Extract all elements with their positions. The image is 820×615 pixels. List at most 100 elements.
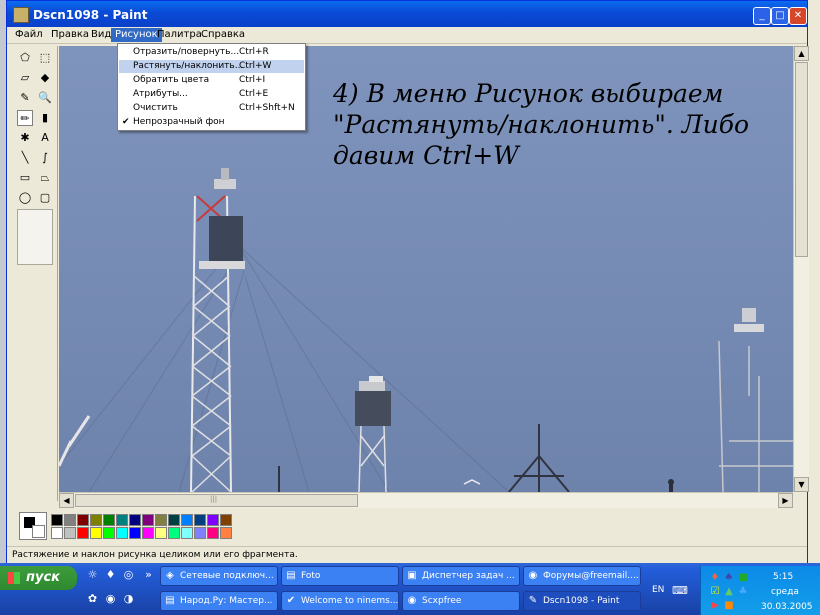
horizontal-scroll-thumb[interactable]: ||| (75, 494, 358, 507)
taskbar-button[interactable]: ▤ Народ.Ру: Мастер... (160, 591, 278, 611)
palette-swatch[interactable] (90, 527, 102, 539)
taskbar: пуск ☼ ♦ ◎ ✿ ◉ ◑ » ◈ Сетевые подключ... ▤ Foto ▣ Д… (0, 563, 820, 615)
palette-swatch[interactable] (129, 527, 141, 539)
tray-icon[interactable]: ▶ (709, 600, 721, 612)
palette-swatch[interactable] (220, 514, 232, 526)
quick-launch-icon[interactable]: ◎ (122, 568, 135, 581)
palette-swatch[interactable] (181, 527, 193, 539)
palette-swatch[interactable] (103, 514, 115, 526)
tray-icon[interactable]: ▲ (723, 586, 735, 598)
tray-icon[interactable]: ♣ (737, 586, 749, 598)
palette-swatch[interactable] (77, 514, 89, 526)
close-button[interactable]: ✕ (789, 7, 807, 25)
menu-item-3[interactable]: Атрибуты... Ctrl+E (119, 88, 304, 101)
menu-item-5[interactable]: ✔ Непрозрачный фон (119, 116, 304, 129)
background-color[interactable] (32, 525, 45, 538)
tool-brush-icon[interactable]: ▮ (37, 110, 53, 126)
tool-rectangle-icon[interactable]: ▭ (17, 170, 33, 186)
palette-swatch[interactable] (207, 527, 219, 539)
palette-swatch[interactable] (207, 514, 219, 526)
palette-swatch[interactable] (77, 527, 89, 539)
quick-launch-icon[interactable]: ◑ (122, 592, 135, 605)
palette-swatch[interactable] (51, 514, 63, 526)
tool-fill-icon[interactable]: ◆ (37, 70, 53, 86)
minimize-button[interactable]: _ (753, 7, 771, 25)
language-indicator[interactable]: EN (652, 585, 664, 595)
palette-swatch[interactable] (142, 527, 154, 539)
menu-file[interactable]: Файл (11, 28, 47, 42)
taskbar-button[interactable]: ◉ Форумы@freemail.... (523, 566, 641, 586)
palette-swatch[interactable] (116, 527, 128, 539)
palette-swatch[interactable] (181, 514, 193, 526)
palette-swatch[interactable] (194, 514, 206, 526)
current-colors[interactable] (19, 512, 47, 540)
maximize-button[interactable]: □ (771, 7, 789, 25)
palette-swatch[interactable] (194, 527, 206, 539)
tool-line-icon[interactable]: ╲ (17, 150, 33, 166)
tool-pencil-icon[interactable]: ✏ (17, 110, 33, 126)
menu-item-2[interactable]: Обратить цвета Ctrl+I (119, 74, 304, 87)
title-bar[interactable]: Dscn1098 - Paint _ □ ✕ (7, 1, 807, 29)
quick-launch-icon[interactable]: ◉ (104, 592, 117, 605)
menu-item-0[interactable]: Отразить/повернуть... Ctrl+R (119, 46, 304, 59)
tray-icon[interactable]: ♠ (723, 572, 735, 584)
scroll-left-button[interactable]: ◀ (59, 493, 74, 508)
palette-swatch[interactable] (90, 514, 102, 526)
vertical-scroll-thumb[interactable] (795, 62, 808, 257)
palette-swatch[interactable] (220, 527, 232, 539)
palette-swatch[interactable] (116, 514, 128, 526)
tool-rounded-rectangle-icon[interactable]: ▢ (37, 190, 53, 206)
scroll-up-button[interactable]: ▲ (794, 46, 809, 61)
tool-rect-select-icon[interactable]: ⬚ (37, 50, 53, 66)
palette-swatch[interactable] (155, 514, 167, 526)
tray-icon[interactable]: ■ (737, 572, 749, 584)
palette-swatch[interactable] (129, 514, 141, 526)
menu-item-4[interactable]: Очистить Ctrl+Shft+N (119, 102, 304, 115)
tray-icon[interactable]: ♦ (709, 572, 721, 584)
palette-swatch[interactable] (103, 527, 115, 539)
tool-magnifier-icon[interactable]: 🔍 (37, 90, 53, 106)
palette-swatch[interactable] (142, 514, 154, 526)
paint-app-icon[interactable] (13, 7, 29, 23)
palette-swatch[interactable] (64, 527, 76, 539)
tool-polygon-icon[interactable]: ⏢ (37, 170, 53, 186)
horizontal-scrollbar[interactable]: ◀ ||| ▶ (59, 492, 793, 508)
taskbar-button[interactable]: ◉ Scxpfree (402, 591, 520, 611)
keyboard-icon[interactable]: ⌨ (672, 584, 688, 597)
tool-color-picker-icon[interactable]: ✎ (17, 90, 33, 106)
palette-swatch[interactable] (64, 514, 76, 526)
tool-eraser-icon[interactable]: ▱ (17, 70, 33, 86)
tool-options-box[interactable] (17, 209, 53, 265)
quick-launch-more-icon[interactable]: » (142, 568, 155, 581)
menu-help[interactable]: Справка (197, 28, 249, 42)
tool-free-select-icon[interactable]: ⬠ (17, 50, 33, 66)
palette-swatch[interactable] (168, 527, 180, 539)
menu-item-1[interactable]: Растянуть/наклонить... Ctrl+W (119, 60, 304, 73)
quick-launch-icon[interactable]: ☼ (86, 568, 99, 581)
quick-launch-icon[interactable]: ♦ (104, 568, 117, 581)
scroll-down-button[interactable]: ▼ (794, 477, 809, 492)
taskbar-app-icon: ◈ (166, 570, 174, 581)
tool-airbrush-icon[interactable]: ✱ (17, 130, 33, 146)
palette-swatch[interactable] (51, 527, 63, 539)
start-button[interactable]: пуск (0, 566, 77, 590)
taskbar-app-icon: ▤ (286, 570, 296, 581)
taskbar-button[interactable]: ◈ Сетевые подключ... (160, 566, 278, 586)
taskbar-button[interactable]: ▣ Диспетчер задач ... (402, 566, 520, 586)
tool-text-icon[interactable]: A (37, 130, 53, 146)
tray-icon[interactable]: ☑ (709, 586, 721, 598)
vertical-scrollbar[interactable]: ▲ ▼ (793, 46, 809, 492)
tool-curve-icon[interactable]: ∫ (37, 150, 53, 166)
palette-swatch[interactable] (155, 527, 167, 539)
tray-icon[interactable]: ■ (723, 600, 735, 612)
scroll-right-button[interactable]: ▶ (778, 493, 793, 508)
clock-time[interactable]: 5:15 (773, 572, 793, 582)
palette-swatch[interactable] (168, 514, 180, 526)
taskbar-button[interactable]: ✔ Welcome to ninems... (281, 591, 399, 611)
tool-ellipse-icon[interactable]: ◯ (17, 190, 33, 206)
taskbar-app-icon: ◉ (407, 595, 417, 606)
taskbar-button[interactable]: ✎ Dscn1098 - Paint (523, 591, 641, 611)
taskbar-button[interactable]: ▤ Foto (281, 566, 399, 586)
scroll-grip: ||| (210, 495, 218, 503)
quick-launch-icon[interactable]: ✿ (86, 592, 99, 605)
